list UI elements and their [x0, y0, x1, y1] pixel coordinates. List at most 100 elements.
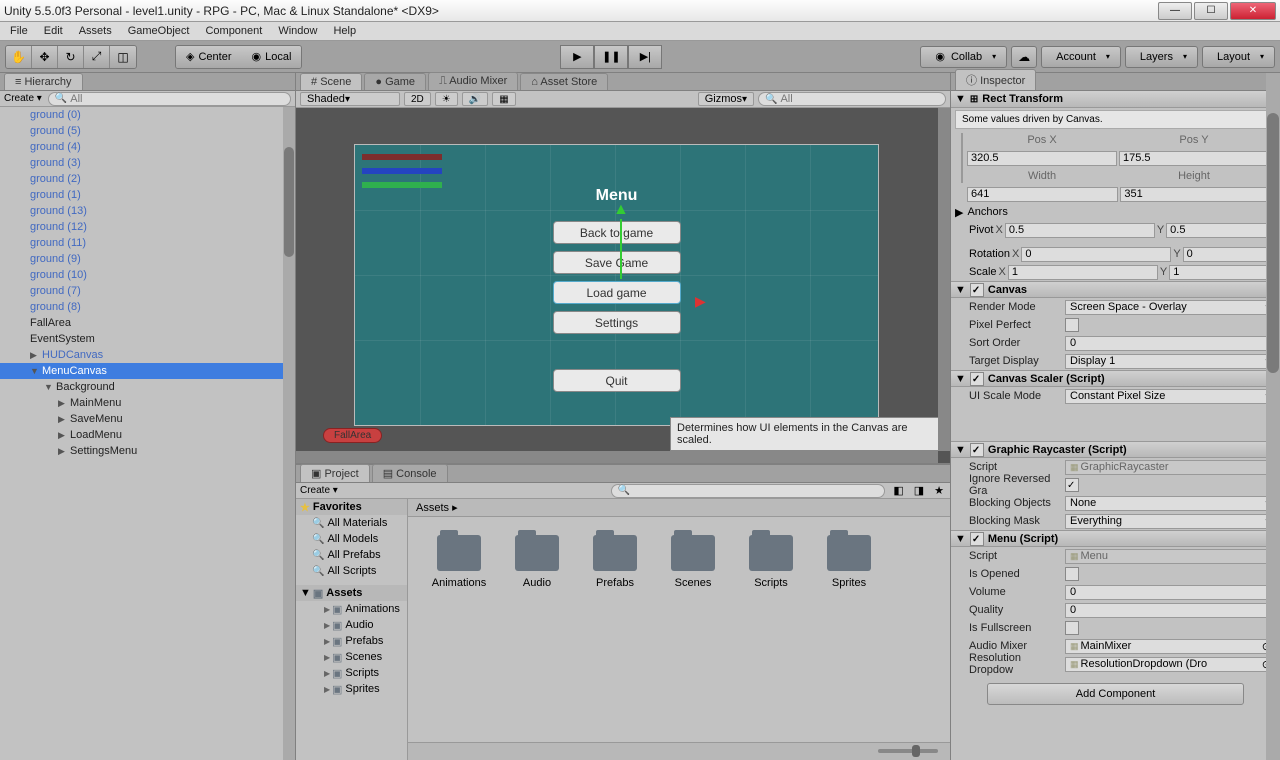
audio-toggle[interactable]: 🔊	[462, 92, 488, 106]
zoom-thumb[interactable]	[912, 745, 920, 757]
rect-tool-button[interactable]: ◫	[110, 46, 136, 68]
ignore-reversed-checkbox[interactable]	[1065, 478, 1079, 492]
inspector-body[interactable]: ▼⊞Rect Transform⚙ Some values driven by …	[951, 91, 1280, 760]
asset-tree-item[interactable]: ▶▣Sprites	[296, 681, 407, 697]
zoom-slider[interactable]	[878, 749, 938, 753]
hierarchy-item[interactable]: ground (5)	[0, 123, 295, 139]
hierarchy-item[interactable]: ground (4)	[0, 139, 295, 155]
project-create-button[interactable]: Create ▾	[300, 485, 338, 496]
asset-tree-item[interactable]: ▶▣Scenes	[296, 649, 407, 665]
folder-tile[interactable]: Sprites	[810, 535, 888, 724]
menu-window[interactable]: Window	[272, 23, 323, 39]
rotate-tool-button[interactable]: ↻	[58, 46, 84, 68]
scene-vscroll[interactable]	[938, 108, 950, 451]
layers-dropdown[interactable]: Layers	[1125, 46, 1198, 68]
step-button[interactable]: ▶|	[628, 45, 662, 69]
favorite-item[interactable]: 🔍All Materials	[296, 515, 407, 531]
add-component-button[interactable]: Add Component	[987, 683, 1244, 705]
resolution-dropdown-field[interactable]: ▦ResolutionDropdown (Dro⊙	[1065, 657, 1276, 672]
gizmos-dropdown[interactable]: Gizmos ▾	[698, 92, 754, 106]
hierarchy-item[interactable]: ▶SaveMenu	[0, 411, 295, 427]
folder-tile[interactable]: Animations	[420, 535, 498, 724]
search-filter-icon[interactable]: ◧	[893, 484, 903, 497]
collab-dropdown[interactable]: ◉ Collab	[920, 46, 1007, 68]
asset-tree-item[interactable]: ▶▣Scripts	[296, 665, 407, 681]
hierarchy-item[interactable]: EventSystem	[0, 331, 295, 347]
scale-tool-button[interactable]: ⤢	[84, 46, 110, 68]
height-field[interactable]	[1120, 187, 1271, 202]
audio-mixer-field[interactable]: ▦MainMixer⊙	[1065, 639, 1276, 654]
menu-assets[interactable]: Assets	[73, 23, 118, 39]
asset-tree-item[interactable]: ▶▣Audio	[296, 617, 407, 633]
maximize-button[interactable]: ☐	[1194, 2, 1228, 20]
lighting-toggle[interactable]: ☀	[435, 92, 458, 106]
folder-tile[interactable]: Prefabs	[576, 535, 654, 724]
hierarchy-item[interactable]: FallArea	[0, 315, 295, 331]
minimize-button[interactable]: —	[1158, 2, 1192, 20]
hierarchy-item[interactable]: ground (2)	[0, 171, 295, 187]
inspector-scrollbar[interactable]	[1266, 73, 1280, 760]
tab-asset-store[interactable]: ⌂ Asset Store	[520, 73, 608, 90]
cloud-button[interactable]: ☁	[1011, 46, 1037, 68]
hierarchy-item[interactable]: ground (0)	[0, 107, 295, 123]
hierarchy-create-button[interactable]: Create ▾	[4, 93, 42, 104]
folder-tile[interactable]: Audio	[498, 535, 576, 724]
account-dropdown[interactable]: Account	[1041, 46, 1121, 68]
tab-console[interactable]: ▤ Console	[372, 464, 448, 482]
favorite-item[interactable]: 🔍All Models	[296, 531, 407, 547]
play-button[interactable]: ▶	[560, 45, 594, 69]
posy-field[interactable]	[1119, 151, 1269, 166]
volume-field[interactable]	[1065, 585, 1276, 600]
hierarchy-item[interactable]: ▶SettingsMenu	[0, 443, 295, 459]
tab-game[interactable]: ● Game	[364, 73, 426, 90]
folder-tile[interactable]: Scripts	[732, 535, 810, 724]
posx-field[interactable]	[967, 151, 1117, 166]
pivot-local-button[interactable]: ◉ Local	[242, 46, 302, 68]
hierarchy-item[interactable]: ground (9)	[0, 251, 295, 267]
width-field[interactable]	[967, 187, 1118, 202]
hierarchy-search-input[interactable]: 🔍All	[48, 92, 291, 106]
project-breadcrumb[interactable]: Assets ▸	[408, 499, 950, 517]
scene-viewport[interactable]: Menu Back to game Save Game Load game Se…	[296, 108, 950, 464]
menu-edit[interactable]: Edit	[38, 23, 69, 39]
shading-mode-dropdown[interactable]: Shaded ▾	[300, 92, 400, 106]
tab-hierarchy[interactable]: ≡ Hierarchy	[4, 73, 83, 90]
hierarchy-item[interactable]: ground (1)	[0, 187, 295, 203]
blocking-objects-dropdown[interactable]: None▾	[1065, 496, 1276, 511]
menu-component[interactable]: Component	[199, 23, 268, 39]
target-display-dropdown[interactable]: Display 1▾	[1065, 354, 1276, 369]
pivot-x[interactable]	[1005, 223, 1155, 238]
tab-project[interactable]: ▣ Project	[300, 464, 370, 482]
pivot-y[interactable]	[1166, 223, 1280, 238]
favorite-item[interactable]: 🔍All Scripts	[296, 563, 407, 579]
project-tree[interactable]: ★Favorites 🔍All Materials🔍All Models🔍All…	[296, 499, 408, 760]
hierarchy-item[interactable]: ▼Background	[0, 379, 295, 395]
hierarchy-scrollbar[interactable]	[283, 107, 295, 760]
pixel-perfect-checkbox[interactable]	[1065, 318, 1079, 332]
scene-hscroll[interactable]	[296, 451, 938, 463]
layout-dropdown[interactable]: Layout	[1202, 46, 1275, 68]
hierarchy-item[interactable]: ground (10)	[0, 267, 295, 283]
scene-search-input[interactable]: 🔍All	[758, 92, 946, 106]
hierarchy-item[interactable]: ground (13)	[0, 203, 295, 219]
menu-help[interactable]: Help	[327, 23, 362, 39]
ui-scale-dropdown[interactable]: Constant Pixel Size▾	[1065, 389, 1276, 404]
asset-tree-item[interactable]: ▶▣Prefabs	[296, 633, 407, 649]
move-tool-button[interactable]: ✥	[32, 46, 58, 68]
is-fullscreen-checkbox[interactable]	[1065, 621, 1079, 635]
close-button[interactable]: ✕	[1230, 2, 1276, 20]
folder-tile[interactable]: Scenes	[654, 535, 732, 724]
favorite-item[interactable]: 🔍All Prefabs	[296, 547, 407, 563]
menu-gameobject[interactable]: GameObject	[122, 23, 196, 39]
hierarchy-item[interactable]: ▶LoadMenu	[0, 427, 295, 443]
render-mode-dropdown[interactable]: Screen Space - Overlay▾	[1065, 300, 1276, 315]
blocking-mask-dropdown[interactable]: Everything▾	[1065, 514, 1276, 529]
pause-button[interactable]: ❚❚	[594, 45, 628, 69]
sort-order-field[interactable]	[1065, 336, 1276, 351]
is-opened-checkbox[interactable]	[1065, 567, 1079, 581]
hand-tool-button[interactable]: ✋	[6, 46, 32, 68]
quality-field[interactable]	[1065, 603, 1276, 618]
search-filter-icon2[interactable]: ◨	[914, 484, 924, 497]
hierarchy-item[interactable]: ▶HUDCanvas	[0, 347, 295, 363]
hierarchy-item[interactable]: ground (11)	[0, 235, 295, 251]
